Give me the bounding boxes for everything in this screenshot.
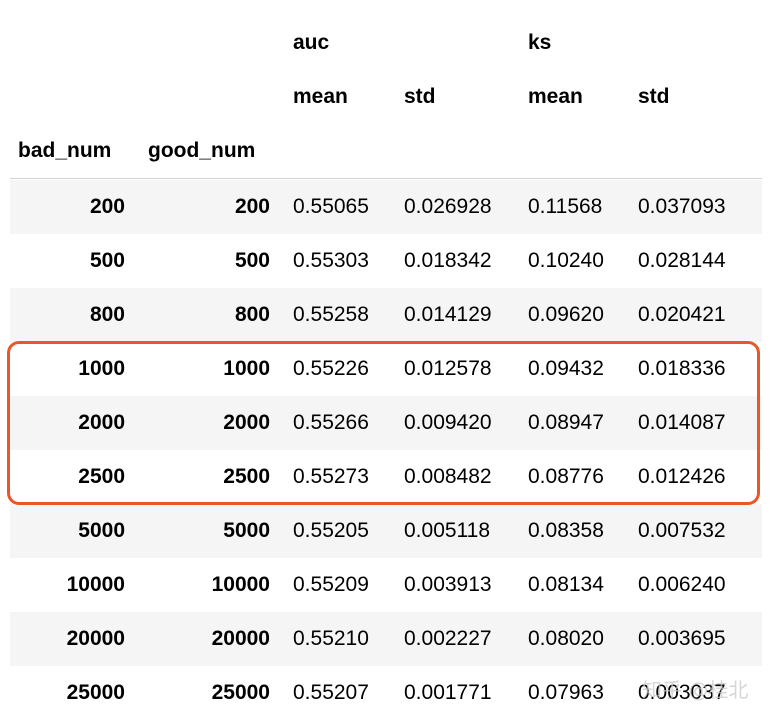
cell-ks-mean: 0.10240 (528, 249, 604, 272)
cell-auc-mean: 0.55205 (293, 519, 369, 542)
cell-auc-mean: 0.55226 (293, 357, 369, 380)
cell-bad-num: 2500 (78, 465, 125, 488)
cell-ks-std: 0.037093 (638, 195, 726, 218)
cell-good-num: 1000 (223, 357, 270, 380)
cell-auc-mean: 0.55258 (293, 303, 369, 326)
cell-auc-std: 0.014129 (404, 303, 492, 326)
column-ks-std: std (638, 85, 670, 108)
cell-ks-std: 0.012426 (638, 465, 726, 488)
cell-ks-std: 0.014087 (638, 411, 726, 434)
cell-ks-mean: 0.08776 (528, 465, 604, 488)
cell-ks-mean: 0.09620 (528, 303, 604, 326)
cell-ks-std: 0.007532 (638, 519, 726, 542)
cell-ks-mean: 0.11568 (528, 195, 603, 218)
cell-auc-mean: 0.55207 (293, 681, 369, 704)
table-row: 200 200 0.55065 0.026928 0.11568 0.037093 (10, 180, 762, 234)
cell-auc-std: 0.018342 (404, 249, 492, 272)
cell-auc-std: 0.026928 (404, 195, 492, 218)
cell-auc-std: 0.002227 (404, 627, 492, 650)
cell-auc-mean: 0.55210 (293, 627, 369, 650)
cell-good-num: 5000 (223, 519, 270, 542)
cell-bad-num: 20000 (66, 627, 125, 650)
cell-auc-mean: 0.55303 (293, 249, 369, 272)
cell-good-num: 800 (234, 303, 270, 326)
cell-ks-std: 0.006240 (638, 573, 726, 596)
cell-bad-num: 2000 (78, 411, 125, 434)
cell-good-num: 20000 (211, 627, 270, 650)
cell-good-num: 2000 (223, 411, 270, 434)
table-row: 1000 1000 0.55226 0.012578 0.09432 0.018336 (10, 342, 762, 396)
column-auc-mean: mean (293, 85, 348, 108)
column-group-auc: auc (293, 31, 330, 54)
header-divider (10, 178, 762, 179)
column-ks-mean: mean (528, 85, 583, 108)
column-auc-std: std (404, 85, 436, 108)
cell-ks-std: 0.018336 (638, 357, 726, 380)
cell-ks-mean: 0.08947 (528, 411, 604, 434)
cell-auc-std: 0.008482 (404, 465, 492, 488)
cell-bad-num: 800 (89, 303, 125, 326)
cell-auc-std: 0.009420 (404, 411, 492, 434)
dataframe-table: auc ks mean std mean std bad_num good_nu… (0, 0, 774, 720)
cell-auc-std: 0.001771 (404, 681, 492, 704)
cell-bad-num: 1000 (78, 357, 125, 380)
column-group-ks: ks (528, 31, 552, 54)
cell-ks-std: 0.003695 (638, 627, 726, 650)
cell-ks-mean: 0.08358 (528, 519, 604, 542)
cell-good-num: 10000 (211, 573, 270, 596)
cell-bad-num: 10000 (66, 573, 125, 596)
table-row: 20000 20000 0.55210 0.002227 0.08020 0.003695 (10, 612, 762, 666)
cell-ks-std: 0.020421 (638, 303, 726, 326)
cell-ks-mean: 0.09432 (528, 357, 604, 380)
table-row: 2000 2000 0.55266 0.009420 0.08947 0.014087 (10, 396, 762, 450)
cell-ks-mean: 0.08020 (528, 627, 604, 650)
cell-bad-num: 5000 (78, 519, 125, 542)
table-body: 200 200 0.55065 0.026928 0.11568 0.037093 500 5… (10, 180, 762, 720)
table-row: 800 800 0.55258 0.014129 0.09620 0.020421 (10, 288, 762, 342)
cell-bad-num: 500 (89, 249, 125, 272)
index-header-good-num: good_num (148, 139, 256, 162)
cell-bad-num: 25000 (66, 681, 125, 704)
table-row: 5000 5000 0.55205 0.005118 0.08358 0.007532 (10, 504, 762, 558)
cell-good-num: 200 (234, 195, 270, 218)
cell-good-num: 25000 (211, 681, 270, 704)
table-row: 10000 10000 0.55209 0.003913 0.08134 0.006240 (10, 558, 762, 612)
cell-ks-mean: 0.08134 (528, 573, 604, 596)
cell-auc-std: 0.005118 (404, 519, 491, 542)
cell-good-num: 2500 (223, 465, 270, 488)
cell-bad-num: 200 (89, 195, 125, 218)
cell-auc-mean: 0.55065 (293, 195, 369, 218)
table-row: 500 500 0.55303 0.018342 0.10240 0.028144 (10, 234, 762, 288)
cell-good-num: 500 (234, 249, 270, 272)
table-row: 2500 2500 0.55273 0.008482 0.08776 0.012426 (10, 450, 762, 504)
index-header-bad-num: bad_num (18, 139, 112, 162)
cell-auc-mean: 0.55266 (293, 411, 369, 434)
watermark: 知乎 @桂北 (642, 678, 749, 702)
cell-auc-std: 0.003913 (404, 573, 492, 596)
cell-auc-std: 0.012578 (404, 357, 492, 380)
cell-auc-mean: 0.55273 (293, 465, 369, 488)
cell-ks-mean: 0.07963 (528, 681, 604, 704)
cell-auc-mean: 0.55209 (293, 573, 369, 596)
cell-ks-std: 0.028144 (638, 249, 726, 272)
